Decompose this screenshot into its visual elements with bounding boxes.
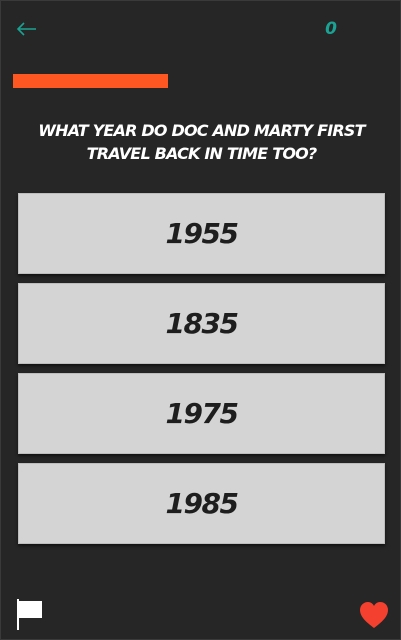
heart-icon (360, 602, 388, 628)
back-button[interactable] (13, 15, 41, 43)
flag-icon (17, 599, 42, 630)
arrow-left-icon (16, 22, 36, 36)
answer-button-3[interactable]: 1975 (18, 373, 385, 454)
favorite-button[interactable] (357, 599, 391, 631)
answer-button-4[interactable]: 1985 (18, 463, 385, 544)
app-frame: 0 WHAT YEAR DO DOC AND MARTY FIRST TRAVE… (0, 0, 401, 640)
progress-bar (13, 74, 390, 88)
report-flag-button[interactable] (13, 597, 47, 631)
score-counter: 0 (325, 19, 337, 39)
progress-bar-fill (13, 74, 168, 88)
question-text: WHAT YEAR DO DOC AND MARTY FIRST TRAVEL … (38, 121, 365, 163)
answer-button-2[interactable]: 1835 (18, 283, 385, 364)
answer-list: 1955 1835 1975 1985 (18, 193, 385, 553)
answer-button-1[interactable]: 1955 (18, 193, 385, 274)
